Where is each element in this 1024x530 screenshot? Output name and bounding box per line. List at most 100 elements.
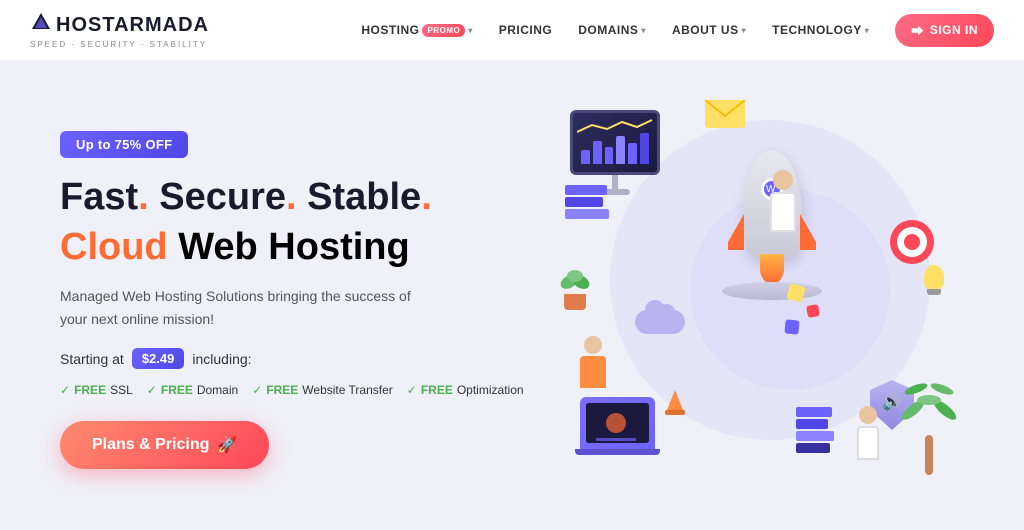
target-outer — [890, 220, 934, 264]
feature-free-transfer: FREE — [266, 383, 298, 397]
feature-free-domain: FREE — [161, 383, 193, 397]
chart-bar-3 — [605, 147, 614, 165]
bulb-glass — [924, 265, 944, 289]
target-inner — [904, 234, 920, 250]
rocket-icon: 🚀 — [217, 435, 237, 455]
feature-optimization-label: Optimization — [457, 383, 524, 397]
nav-technology-label: TECHNOLOGY — [772, 23, 862, 37]
chart-bar-5 — [628, 143, 637, 164]
rocket-flame — [760, 254, 784, 284]
rocket-fin-right — [800, 214, 816, 250]
feature-domain: ✓ FREE Domain — [147, 383, 238, 397]
person-head — [584, 336, 602, 354]
signin-label: SIGN IN — [930, 23, 978, 37]
discount-badge: Up to 75% OFF — [60, 131, 188, 158]
hero-title-line1: Fast. Secure. Stable. — [60, 176, 540, 220]
web-hosting-text: Web Hosting — [178, 226, 410, 268]
brand-tagline: SPEED · SECURITY · STABILITY — [30, 40, 207, 49]
pricing-suffix: including: — [192, 351, 251, 367]
hero-subtitle: Managed Web Hosting Solutions bringing t… — [60, 285, 440, 330]
nav-hosting[interactable]: HOSTING PROMO ▾ — [351, 17, 482, 43]
plans-pricing-button[interactable]: Plans & Pricing 🚀 — [60, 421, 269, 469]
book-3 — [565, 209, 609, 219]
cloud-bump-2 — [659, 304, 675, 320]
check-icon-ssl: ✓ — [60, 383, 70, 397]
chart-bar-4 — [616, 136, 625, 164]
server-2 — [796, 419, 828, 429]
feature-transfer-label: Website Transfer — [302, 383, 392, 397]
person-megaphone — [857, 406, 879, 460]
signin-arrow-icon: ⮕ — [911, 22, 924, 39]
rocket-fin-left — [728, 214, 744, 250]
plant-leaves — [560, 270, 590, 294]
palm-plant — [899, 385, 959, 475]
cloud-body — [635, 310, 685, 334]
book-stack — [565, 185, 609, 221]
chart-bar-1 — [581, 150, 590, 164]
person-figure — [580, 336, 606, 388]
monitor — [570, 110, 660, 195]
cone-shape — [667, 390, 683, 410]
leaf-3 — [567, 270, 583, 282]
navbar: HOSTARMADA SPEED · SECURITY · STABILITY … — [0, 0, 1024, 60]
check-icon-domain: ✓ — [147, 383, 157, 397]
logo-icon — [30, 11, 52, 39]
hero-section: Up to 75% OFF Fast. Secure. Stable. Clou… — [0, 60, 1024, 530]
hero-illustration: W — [560, 90, 964, 510]
features-list: ✓ FREE SSL ✓ FREE Domain ✓ FREE Website … — [60, 383, 540, 397]
book-1 — [565, 185, 607, 195]
envelope — [705, 100, 745, 128]
plant-small — [560, 270, 590, 310]
feature-ssl: ✓ FREE SSL — [60, 383, 133, 397]
megaphone-person-head — [859, 406, 877, 424]
person-scientist — [770, 170, 796, 232]
nav-domains-label: DOMAINS — [578, 23, 638, 37]
dot-1: . — [138, 176, 149, 218]
plant-pot — [564, 294, 586, 310]
plans-pricing-label: Plans & Pricing — [92, 436, 209, 454]
feature-free-optimization: FREE — [421, 383, 453, 397]
cube-blue — [784, 319, 799, 334]
check-icon-transfer: ✓ — [252, 383, 262, 397]
check-icon-optimization: ✓ — [407, 383, 417, 397]
palm-leaf-3 — [917, 395, 941, 405]
target — [890, 220, 934, 264]
laptop-screen — [586, 403, 649, 443]
server-4 — [796, 443, 830, 453]
hero-content: Up to 75% OFF Fast. Secure. Stable. Clou… — [60, 131, 540, 469]
nav-hosting-label: HOSTING — [361, 23, 419, 37]
nav-technology[interactable]: TECHNOLOGY ▾ — [762, 17, 879, 43]
chevron-down-icon-tech: ▾ — [865, 26, 870, 35]
bulb-base — [927, 289, 941, 295]
feature-domain-label: Domain — [197, 383, 238, 397]
chevron-down-icon-about: ▾ — [742, 26, 747, 35]
signin-button[interactable]: ⮕ SIGN IN — [895, 14, 994, 47]
feature-ssl-label: SSL — [110, 383, 133, 397]
cone-base — [665, 410, 685, 415]
brand-name: HOSTARMADA — [56, 14, 209, 37]
book-2 — [565, 197, 603, 207]
feature-transfer: ✓ FREE Website Transfer — [252, 383, 393, 397]
nav-domains[interactable]: DOMAINS ▾ — [568, 17, 656, 43]
palm-leaves-container — [899, 385, 959, 435]
server-1 — [796, 407, 832, 417]
cube-red — [806, 304, 820, 318]
cloud-shape — [635, 310, 685, 334]
nav-links: HOSTING PROMO ▾ PRICING DOMAINS ▾ ABOUT … — [351, 14, 994, 47]
nav-pricing[interactable]: PRICING — [489, 17, 563, 43]
rocket-platform — [722, 282, 822, 300]
lightbulb — [924, 265, 944, 295]
megaphone-person-body — [857, 426, 879, 460]
promo-badge: PROMO — [422, 24, 465, 37]
logo[interactable]: HOSTARMADA SPEED · SECURITY · STABILITY — [30, 11, 209, 49]
laptop-base — [575, 449, 660, 455]
pricing-prefix: Starting at — [60, 351, 124, 367]
nav-pricing-label: PRICING — [499, 23, 553, 37]
pricing-line: Starting at $2.49 including: — [60, 348, 540, 369]
person-body — [580, 356, 606, 388]
nav-about[interactable]: ABOUT US ▾ — [662, 17, 756, 43]
monitor-screen — [570, 110, 660, 175]
dot-2: . — [286, 176, 297, 218]
chevron-down-icon-domains: ▾ — [641, 26, 646, 35]
chart-bar-2 — [593, 141, 602, 164]
